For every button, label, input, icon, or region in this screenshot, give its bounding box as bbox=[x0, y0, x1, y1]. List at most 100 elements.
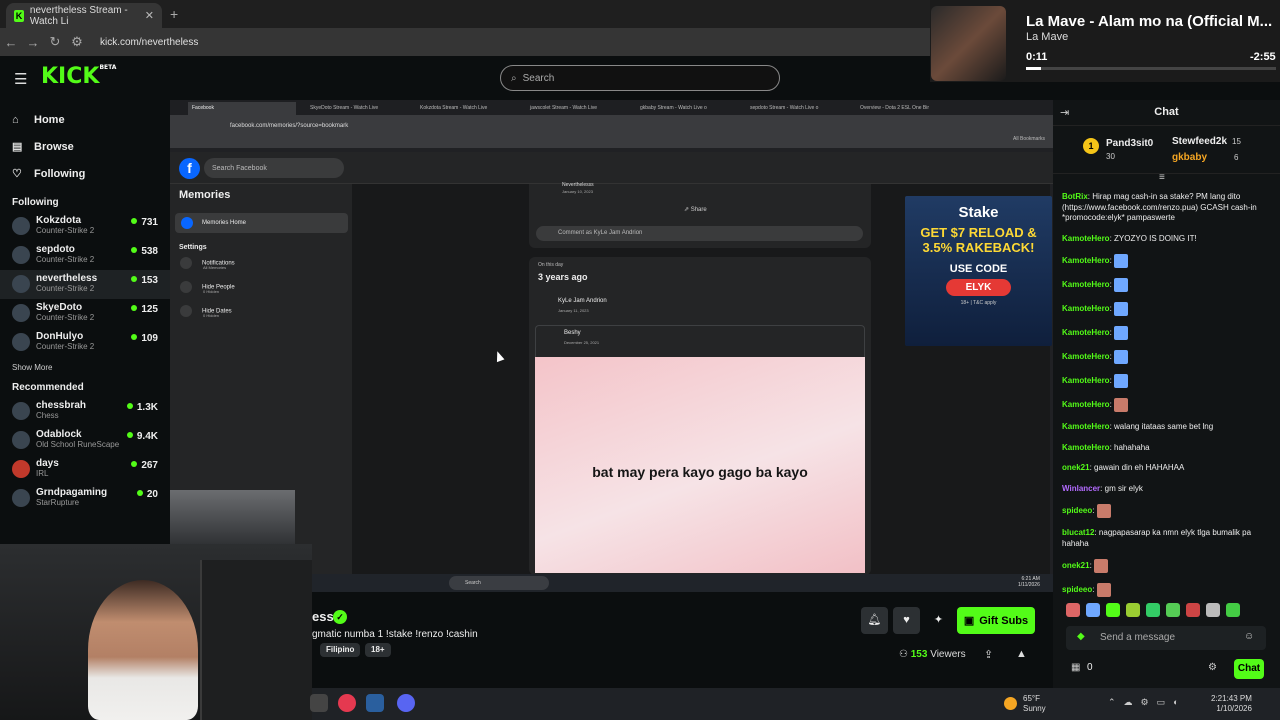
emote-icon[interactable] bbox=[1226, 603, 1240, 617]
emote-bar[interactable] bbox=[1066, 603, 1271, 619]
youtube-music-icon[interactable] bbox=[338, 694, 356, 712]
chat-text: gawain din eh HAHAHAA bbox=[1094, 463, 1185, 472]
chat-settings-icon[interactable]: ⚙ bbox=[1208, 662, 1217, 673]
emote-icon[interactable] bbox=[1146, 603, 1160, 617]
emote-icon[interactable] bbox=[1106, 603, 1120, 617]
stream-taskbar-search: Search bbox=[449, 576, 549, 590]
chat-username[interactable]: KamoteHero bbox=[1062, 400, 1110, 409]
chat-message: KamoteHero: bbox=[1062, 398, 1272, 412]
channel-item[interactable]: days IRL 267 bbox=[0, 455, 170, 484]
reload-icon[interactable]: ↻ bbox=[44, 34, 66, 50]
chat-username[interactable]: KamoteHero bbox=[1062, 443, 1110, 452]
sidebar: ⌂ Home ▤ Browse ♡ Following Following Kokzd… bbox=[0, 100, 170, 545]
nav-following[interactable]: ♡ Following bbox=[0, 160, 170, 187]
follow-heart-button[interactable]: ♥ bbox=[893, 607, 920, 634]
notification-bell-button[interactable]: 🔔︎ bbox=[861, 607, 888, 634]
leader-count: 15 bbox=[1232, 137, 1241, 146]
chat-username[interactable]: blucat12 bbox=[1062, 528, 1094, 537]
emote-icon[interactable] bbox=[1066, 603, 1080, 617]
chat-message: KamoteHero: bbox=[1062, 278, 1272, 292]
close-tab-icon[interactable]: ✕ bbox=[145, 9, 154, 22]
site-info-icon[interactable]: ⚙ bbox=[66, 34, 88, 50]
nav-home[interactable]: ⌂ Home bbox=[0, 106, 170, 133]
leader-name[interactable]: Pand3sit0 bbox=[1106, 138, 1153, 149]
home-icon: ⌂ bbox=[12, 113, 19, 126]
leader-name[interactable]: Stewfeed2k bbox=[1172, 136, 1227, 147]
chat-username[interactable]: onek21 bbox=[1062, 463, 1090, 472]
chat-emote-icon bbox=[1114, 326, 1129, 340]
chat-username[interactable]: KamoteHero bbox=[1062, 328, 1110, 337]
show-more-link[interactable]: Show More bbox=[0, 363, 170, 372]
emote-icon[interactable] bbox=[1206, 603, 1220, 617]
chat-username[interactable]: KamoteHero bbox=[1062, 234, 1110, 243]
song-progress-bar[interactable] bbox=[1026, 67, 1276, 70]
leader-count: 30 bbox=[1106, 152, 1115, 161]
channel-item[interactable]: Odablock Old School RuneScape 9.4K bbox=[0, 426, 170, 455]
url-field[interactable]: kick.com/nevertheless bbox=[100, 37, 198, 48]
chat-message: onek21: bbox=[1062, 559, 1272, 573]
leader-name[interactable]: gkbaby bbox=[1172, 152, 1207, 163]
channel-item[interactable]: chessbrah Chess 1.3K bbox=[0, 397, 170, 426]
chat-username[interactable]: spideeo bbox=[1062, 506, 1092, 515]
gift-subs-button[interactable]: ▣ Gift Subs bbox=[957, 607, 1035, 634]
facebook-logo: f bbox=[179, 158, 200, 179]
channel-item[interactable]: Grndpagaming StarRupture 20 bbox=[0, 484, 170, 513]
chat-username[interactable]: Winlancer bbox=[1062, 484, 1100, 493]
memories-icon bbox=[181, 217, 193, 229]
chat-username[interactable]: spideeo bbox=[1062, 585, 1092, 594]
setting-hide-people: Hide People 0 Hidden bbox=[180, 281, 235, 294]
tag-18plus[interactable]: 18+ bbox=[365, 643, 391, 657]
channel-item-active[interactable]: nevertheless Counter-Strike 2 153 bbox=[0, 270, 170, 299]
menu-icon[interactable]: ☰ bbox=[14, 70, 27, 88]
browser-tab[interactable]: K nevertheless Stream - Watch Li ✕ bbox=[6, 3, 162, 28]
emote-icon[interactable] bbox=[1126, 603, 1140, 617]
browse-icon: ▤ bbox=[12, 141, 23, 153]
chat-username[interactable]: KamoteHero bbox=[1062, 376, 1110, 385]
channel-item[interactable]: DonHulyo Counter-Strike 2 109 bbox=[0, 328, 170, 357]
song-progress-fill bbox=[1026, 67, 1041, 70]
chat-username[interactable]: KamoteHero bbox=[1062, 352, 1110, 361]
emote-icon[interactable] bbox=[1166, 603, 1180, 617]
share-icon[interactable]: ⇪ bbox=[984, 648, 993, 661]
chat-username[interactable]: KamoteHero bbox=[1062, 304, 1110, 313]
sparkle-button[interactable]: ✦ bbox=[925, 607, 952, 634]
back-icon[interactable]: ← bbox=[0, 35, 22, 50]
search-input[interactable]: ⌕ Search bbox=[500, 65, 780, 91]
nav-browse[interactable]: ▤ Browse bbox=[0, 133, 170, 160]
sun-icon bbox=[1004, 697, 1017, 710]
channel-item[interactable]: SkyeDoto Counter-Strike 2 125 bbox=[0, 299, 170, 328]
channel-name[interactable]: ess bbox=[312, 609, 334, 624]
report-icon[interactable]: ▲ bbox=[1016, 648, 1027, 660]
chat-username[interactable]: BotRix bbox=[1062, 192, 1088, 201]
weather-widget[interactable]: 65°F Sunny bbox=[1023, 694, 1046, 714]
new-tab-icon[interactable]: + bbox=[170, 6, 178, 22]
avatar bbox=[12, 460, 30, 478]
elapsed-time: 0:11 bbox=[1026, 51, 1048, 63]
tag-filipino[interactable]: Filipino bbox=[320, 643, 361, 657]
channel-points-icon[interactable]: ▦ bbox=[1071, 662, 1080, 673]
chat-username[interactable]: KamoteHero bbox=[1062, 256, 1110, 265]
channel-item[interactable]: Kokzdota Counter-Strike 2 731 bbox=[0, 212, 170, 241]
chat-send-button[interactable]: Chat bbox=[1234, 659, 1264, 679]
emote-icon[interactable] bbox=[1186, 603, 1200, 617]
expand-icon[interactable]: ≡ bbox=[1159, 172, 1165, 183]
discord-icon[interactable] bbox=[397, 694, 415, 712]
system-tray[interactable]: ⌃☁⚙▭◐ bbox=[1108, 697, 1187, 708]
emoji-icon[interactable]: ☺ bbox=[1244, 631, 1254, 642]
chat-text: walang itataas same bet lng bbox=[1114, 422, 1214, 431]
system-clock[interactable]: 2:21:43 PM 1/10/2026 bbox=[1211, 694, 1252, 714]
forward-icon[interactable]: → bbox=[22, 35, 44, 50]
bell-icon bbox=[180, 257, 192, 269]
chat-username[interactable]: onek21 bbox=[1062, 561, 1090, 570]
stream-tab: SkyeDoto Stream - Watch Live bbox=[310, 105, 379, 111]
steam-icon[interactable] bbox=[366, 694, 384, 712]
kick-logo[interactable]: KICKBETA bbox=[41, 64, 116, 89]
channel-item[interactable]: sepdoto Counter-Strike 2 538 bbox=[0, 241, 170, 270]
chat-username[interactable]: KamoteHero bbox=[1062, 422, 1110, 431]
chat-username[interactable]: KamoteHero bbox=[1062, 280, 1110, 289]
taskbar-app-icon[interactable] bbox=[310, 694, 328, 712]
emote-icon[interactable] bbox=[1086, 603, 1100, 617]
avatar bbox=[12, 489, 30, 507]
chat-input[interactable]: Send a message bbox=[1066, 626, 1266, 650]
kick-points-icon[interactable]: ◆ bbox=[1077, 631, 1085, 642]
